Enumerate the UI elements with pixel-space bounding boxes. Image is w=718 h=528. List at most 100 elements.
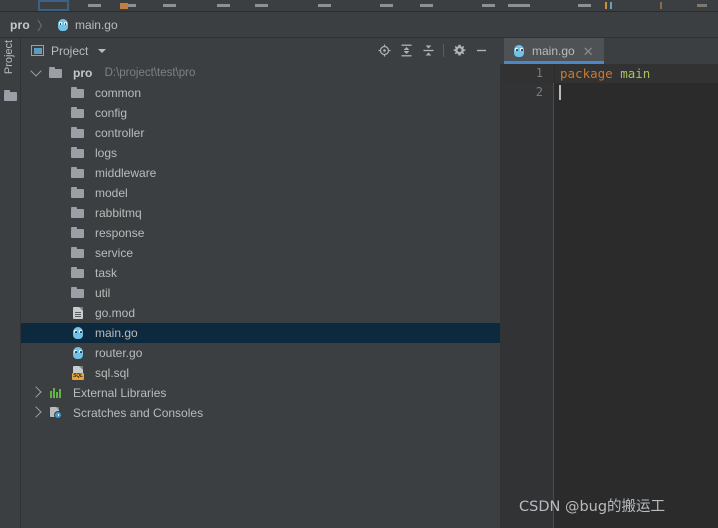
tree-row[interactable]: model <box>21 183 500 203</box>
editor-gutter[interactable]: 1 2 <box>500 64 554 528</box>
toolbar-icon-5[interactable] <box>255 4 268 7</box>
code-keyword: package <box>560 66 613 81</box>
folder-icon <box>4 90 17 101</box>
tree-row[interactable]: common <box>21 83 500 103</box>
tree-row[interactable]: router.go <box>21 343 500 363</box>
toolbar-icon-1[interactable] <box>88 4 101 7</box>
tree-row[interactable]: middleware <box>21 163 500 183</box>
code-editor[interactable]: 1 2 package main <box>500 64 718 528</box>
tree-row-label: config <box>95 106 128 120</box>
toolbar-icon-7[interactable] <box>380 4 393 7</box>
toolbar-icon-11[interactable] <box>578 4 591 7</box>
tree-row[interactable]: go.mod <box>21 303 500 323</box>
tree-row-label: External Libraries <box>73 386 167 400</box>
tree-row[interactable]: config <box>21 103 500 123</box>
main-toolbar[interactable] <box>0 0 718 12</box>
tree-row-label: main.go <box>95 326 138 340</box>
tool-window-button-project[interactable]: Project <box>3 28 21 86</box>
project-tree[interactable]: pro D:\project\test\pro common config contro… <box>21 63 500 488</box>
toolbar-active-item[interactable] <box>38 0 69 11</box>
toolbar-run-icon[interactable] <box>120 3 128 9</box>
folder-icon <box>71 266 85 280</box>
tree-row[interactable]: controller <box>21 123 500 143</box>
editor-tabs: main.go ✕ <box>500 38 718 64</box>
go-gopher-icon <box>512 44 526 58</box>
go-gopher-icon <box>71 326 85 340</box>
go-gopher-icon <box>71 346 85 360</box>
gear-icon[interactable] <box>448 40 470 62</box>
tree-row-label: controller <box>95 126 145 140</box>
toolbar-icon-12[interactable] <box>697 4 707 7</box>
go-gopher-icon <box>56 18 70 32</box>
toolbar-accent-icon-2[interactable] <box>610 2 612 9</box>
tree-row[interactable]: service <box>21 243 500 263</box>
folder-icon <box>71 126 85 140</box>
scratches-icon <box>49 406 63 420</box>
line-number: 2 <box>535 85 543 99</box>
collapse-all-button[interactable] <box>417 40 439 62</box>
tree-row[interactable]: response <box>21 223 500 243</box>
tree-row[interactable]: main.go <box>21 323 500 343</box>
tree-row-label: go.mod <box>95 306 136 320</box>
tree-row[interactable]: External Libraries <box>21 383 500 403</box>
project-view-icon <box>31 45 44 56</box>
project-panel-title[interactable]: Project <box>51 44 88 58</box>
toolbar-divider <box>443 44 444 57</box>
toolbar-icon-4[interactable] <box>217 4 230 7</box>
tree-row-label: Scratches and Consoles <box>73 406 204 420</box>
hide-panel-button[interactable] <box>470 40 492 62</box>
breadcrumb: pro 〉 main.go <box>0 13 718 38</box>
tree-row[interactable]: util <box>21 283 500 303</box>
tree-row-label: middleware <box>95 166 157 180</box>
tree-row[interactable]: task <box>21 263 500 283</box>
line-number: 1 <box>535 66 543 80</box>
tree-row-label: response <box>95 226 145 240</box>
toolbar-icon-3[interactable] <box>163 4 176 7</box>
tree-row[interactable]: logs <box>21 143 500 163</box>
tree-row[interactable]: SQL sql.sql <box>21 363 500 383</box>
chevron-right-icon[interactable] <box>30 406 42 418</box>
chevron-down-icon[interactable] <box>98 48 107 53</box>
toolbar-accent-icon-3[interactable] <box>660 2 662 9</box>
tree-row-label: common <box>95 86 142 100</box>
tree-row-label: pro <box>73 66 93 80</box>
go-mod-file-icon <box>71 306 85 320</box>
tab-label: main.go <box>532 44 575 58</box>
sql-file-icon: SQL <box>71 366 85 380</box>
toolbar-accent-icon-1[interactable] <box>605 2 607 9</box>
select-opened-file-button[interactable] <box>373 40 395 62</box>
folder-icon <box>71 206 85 220</box>
external-libraries-icon <box>49 386 63 400</box>
breadcrumb-file[interactable]: main.go <box>75 18 118 32</box>
project-tool-window: Project pro D:\project\test\pro common c… <box>21 38 500 528</box>
tree-row-label: model <box>95 186 128 200</box>
tree-row-label: service <box>95 246 134 260</box>
tab-main-go[interactable]: main.go ✕ <box>504 38 604 64</box>
breadcrumb-separator: 〉 <box>36 18 49 33</box>
toolbar-icon-8[interactable] <box>420 4 433 7</box>
expand-all-button[interactable] <box>395 40 417 62</box>
tree-row[interactable]: Scratches and Consoles <box>21 403 500 423</box>
toolbar-icon-10[interactable] <box>508 4 530 7</box>
tree-row[interactable]: rabbitmq <box>21 203 500 223</box>
tree-row[interactable]: pro D:\project\test\pro <box>21 63 500 83</box>
chevron-down-icon[interactable] <box>30 65 42 77</box>
tree-row-label: util <box>95 286 111 300</box>
text-caret <box>559 85 561 100</box>
project-panel-toolbar <box>373 38 492 63</box>
code-identifier: main <box>620 66 651 81</box>
close-icon[interactable]: ✕ <box>583 45 594 58</box>
tree-row-label: router.go <box>95 346 143 360</box>
toolbar-icon-9[interactable] <box>482 4 495 7</box>
toolbar-icon-6[interactable] <box>318 4 331 7</box>
chevron-right-icon[interactable] <box>30 386 42 398</box>
editor-area: main.go ✕ 1 2 package main <box>500 38 718 528</box>
folder-icon <box>71 186 85 200</box>
tree-row-label: sql.sql <box>95 366 130 380</box>
project-panel-header: Project <box>21 38 500 63</box>
watermark: CSDN @bug的搬运工 <box>519 499 666 515</box>
tree-row-label: task <box>95 266 118 280</box>
folder-icon <box>71 246 85 260</box>
folder-icon <box>71 286 85 300</box>
folder-icon <box>71 146 85 160</box>
